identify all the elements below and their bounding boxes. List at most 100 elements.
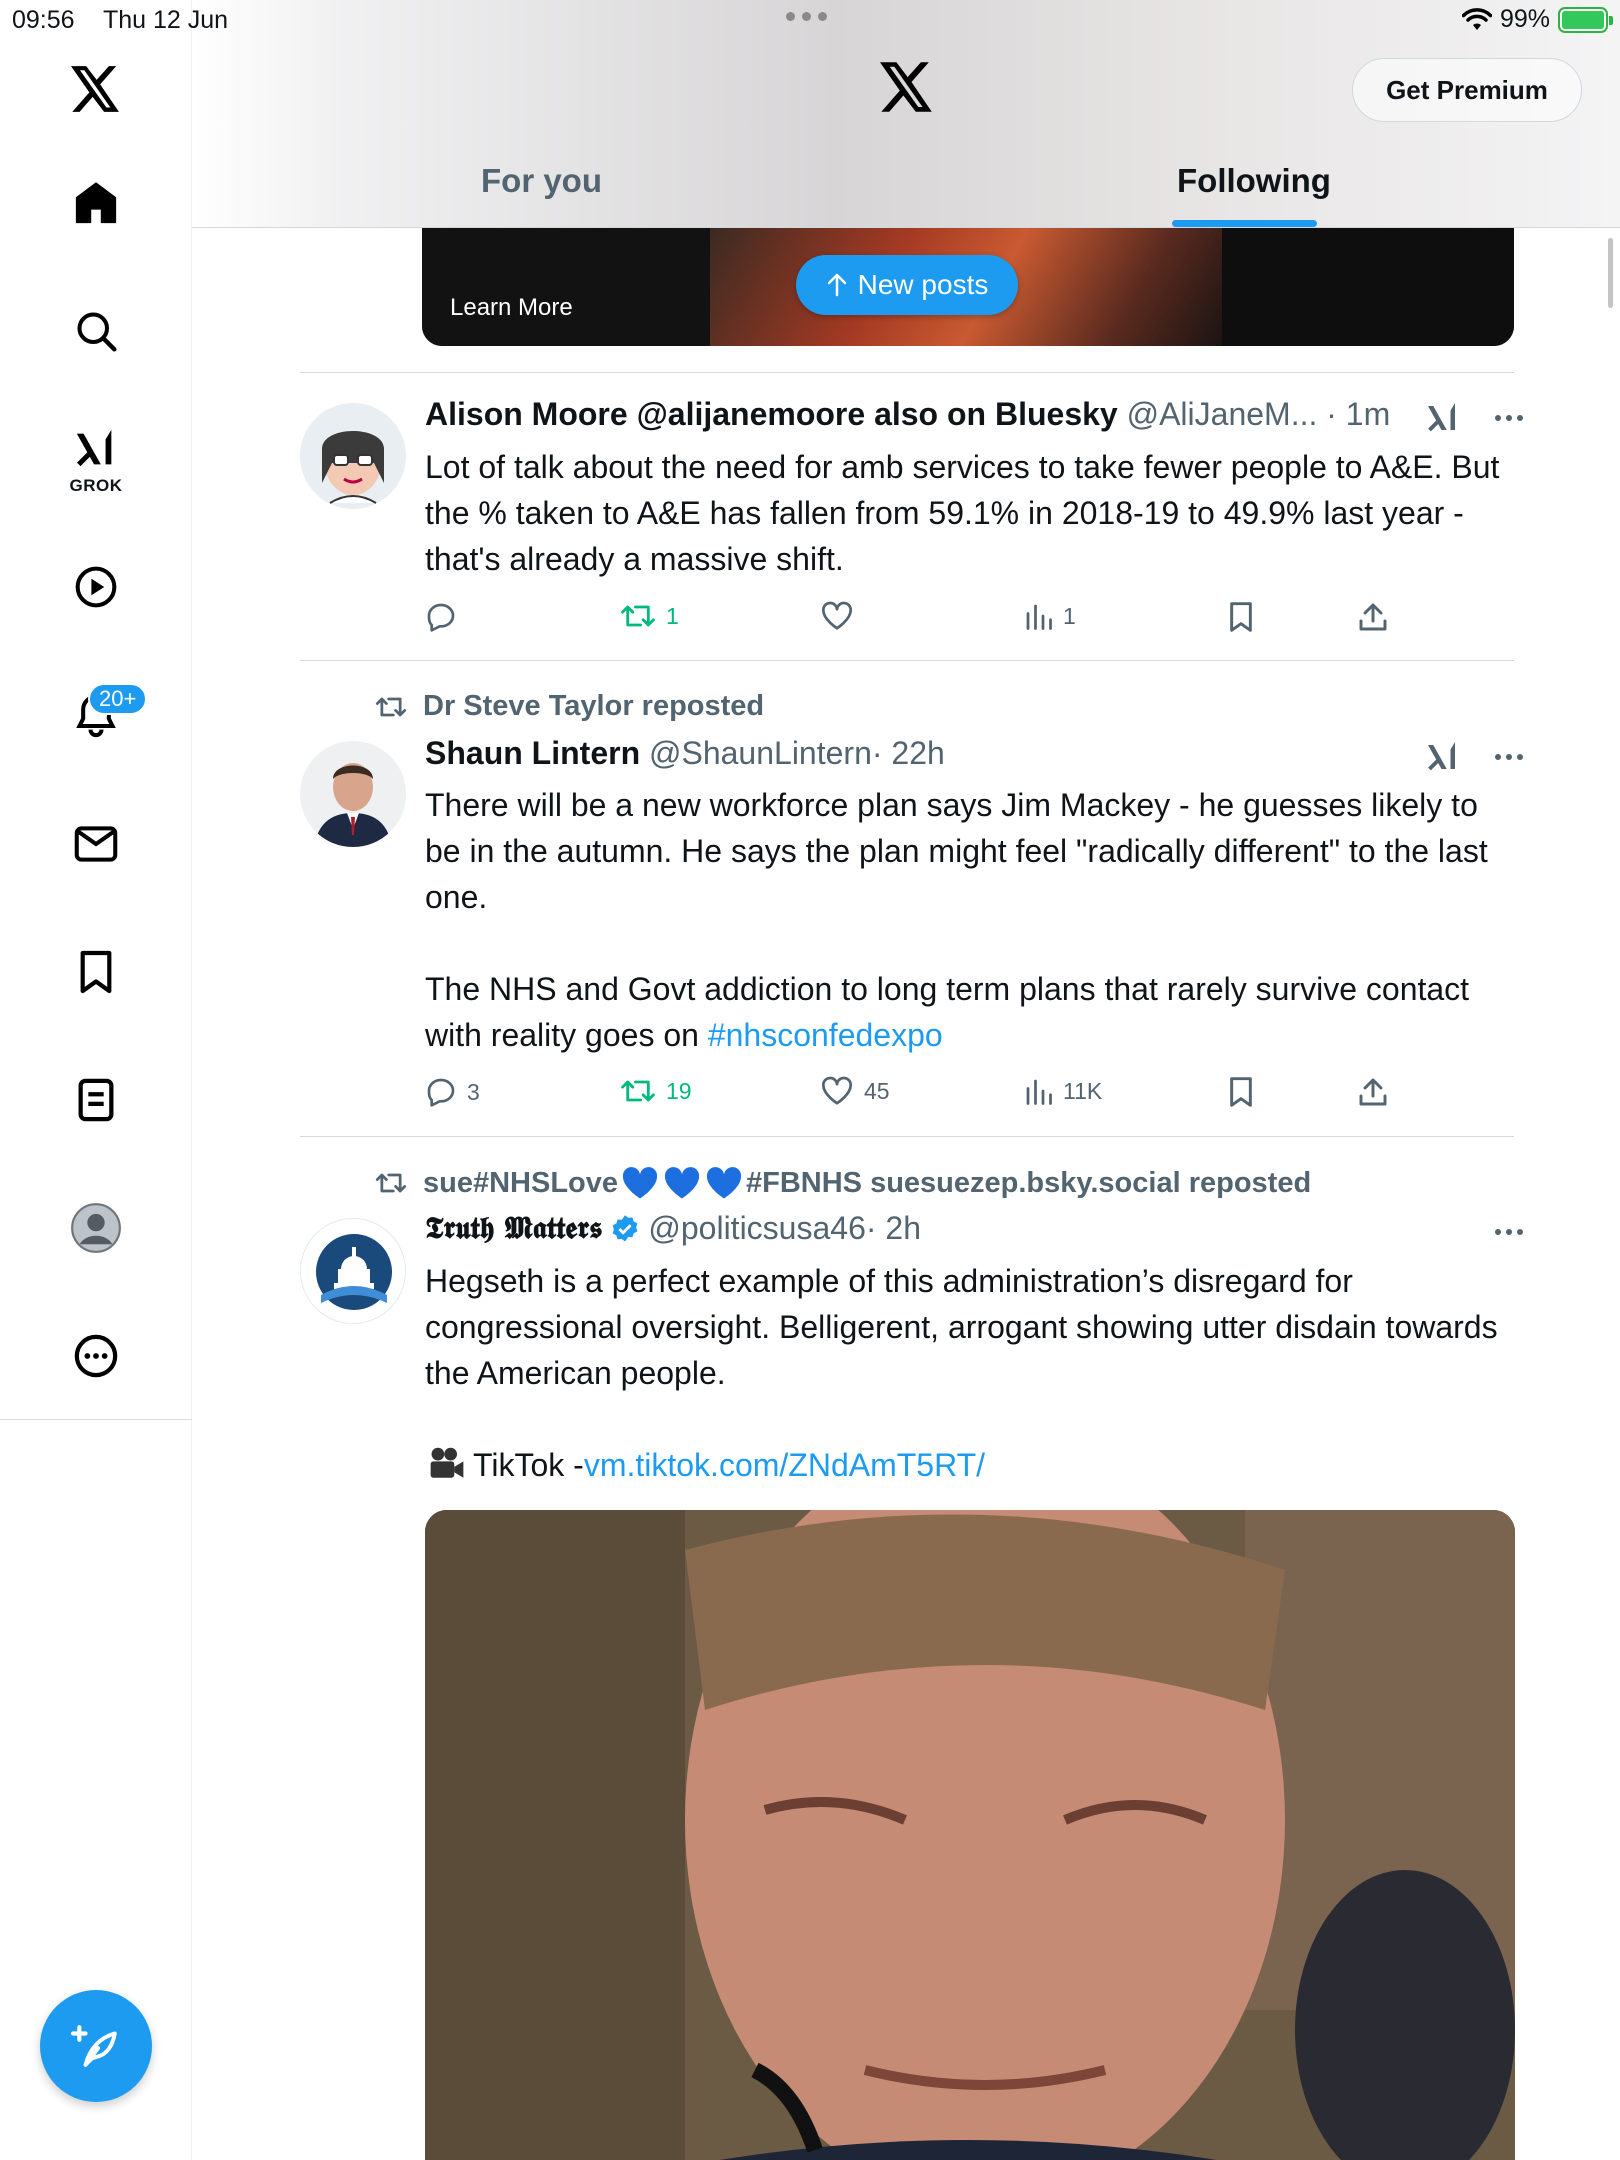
sidebar: GROK 20+ — [0, 0, 192, 2160]
share-icon — [1359, 1078, 1387, 1106]
share-button[interactable] — [1357, 601, 1389, 633]
reply-button[interactable] — [425, 601, 467, 633]
like-button[interactable] — [820, 601, 864, 631]
tab-following[interactable]: Following — [1177, 162, 1331, 200]
views-button[interactable]: 1 — [1023, 601, 1076, 631]
repost-icon — [621, 1080, 655, 1102]
more-options-icon[interactable] — [1494, 1228, 1524, 1236]
hashtag-link[interactable]: #nhsconfedexpo — [708, 1017, 943, 1053]
tweet-handle[interactable]: @politicsusa46 — [648, 1210, 865, 1247]
tiktok-link[interactable]: vm.tiktok.com/ZNdAmT5RT/ — [584, 1442, 985, 1488]
verified-badge-icon — [613, 1214, 638, 1241]
repost-context[interactable]: Dr Steve Taylor reposted — [375, 690, 764, 723]
tweet-paragraph: There will be a new workforce plan says … — [425, 787, 1488, 915]
share-button[interactable] — [1357, 1076, 1389, 1108]
learn-more-link[interactable]: Learn More — [450, 294, 573, 322]
tweet-time[interactable]: · 1m — [1326, 396, 1390, 432]
profile-avatar[interactable] — [57, 1189, 135, 1267]
repost-context[interactable]: sue#NHSLove #FBNHS suesuezep.bsky.social… — [375, 1166, 1311, 1200]
repost-context-label: Dr Steve Taylor reposted — [423, 690, 765, 722]
avatar[interactable] — [300, 1218, 406, 1324]
new-posts-label: New posts — [857, 269, 989, 300]
tweet-media-image[interactable] — [425, 1510, 1515, 2160]
tweet-divider — [300, 1136, 1514, 1137]
messages-icon[interactable] — [57, 805, 135, 883]
views-icon — [1026, 604, 1052, 630]
heart-icon — [822, 601, 852, 630]
compose-button[interactable] — [40, 1990, 152, 2102]
reply-icon — [427, 603, 455, 632]
like-button[interactable]: 45 — [820, 1076, 890, 1106]
repost-button[interactable]: 1 — [620, 601, 679, 631]
tab-for-you[interactable]: For you — [481, 162, 602, 200]
reply-icon — [427, 1078, 455, 1107]
blue-heart-icon — [706, 1167, 742, 1199]
tweet-handle[interactable]: @AliJaneM... — [1127, 396, 1318, 432]
avatar[interactable] — [300, 403, 406, 509]
tweet-text: There will be a new workforce plan says … — [425, 782, 1515, 1058]
views-count: 11K — [1063, 1077, 1103, 1104]
wifi-icon — [1461, 7, 1492, 30]
reply-button[interactable]: 3 — [425, 1076, 480, 1108]
repost-count: 19 — [666, 1077, 692, 1104]
blue-heart-icon — [664, 1167, 700, 1199]
blue-heart-icon — [622, 1167, 658, 1199]
avatar[interactable] — [300, 741, 406, 847]
tweet-text: Hegseth is a perfect example of this adm… — [425, 1258, 1515, 1488]
tweet-paragraph: The NHS and Govt addiction to long term … — [425, 971, 1470, 1053]
tiktok-label: TikTok - — [473, 1447, 584, 1483]
lists-icon[interactable] — [57, 1061, 135, 1139]
tweet-author-name[interactable]: Shaun Lintern — [425, 735, 640, 771]
battery-percent: 99% — [1499, 5, 1550, 33]
bookmark-button[interactable] — [1227, 1076, 1255, 1108]
grok-icon[interactable] — [1424, 400, 1462, 436]
tweet-handle[interactable]: @ShaunLintern — [649, 735, 872, 771]
bookmark-icon — [1230, 1077, 1252, 1107]
reply-count: 3 — [467, 1078, 480, 1105]
tweet-text: Lot of talk about the need for amb servi… — [425, 449, 1500, 577]
tweet-author-name[interactable]: Alison Moore @alijanemoore also on Blues… — [425, 396, 1118, 432]
grok-icon[interactable] — [1424, 739, 1462, 775]
sidebar-divider — [0, 1419, 192, 1420]
more-icon[interactable] — [57, 1317, 135, 1395]
status-bar: 09:56 Thu 12 Jun 99% — [0, 0, 1620, 40]
tweet-author-name[interactable]: 𝕿𝖗𝖚𝖙𝖍 𝕸𝖆𝖙𝖙𝖊𝖗𝖘 — [425, 1211, 602, 1246]
tweet-paragraph: Hegseth is a perfect example of this adm… — [425, 1263, 1498, 1391]
timeline: Learn More New posts Alison Moore @alija… — [192, 228, 1620, 2160]
repost-count: 1 — [666, 602, 679, 629]
more-options-icon[interactable] — [1494, 753, 1524, 761]
multitasking-dots[interactable] — [786, 12, 827, 21]
repost-button[interactable]: 19 — [620, 1076, 692, 1106]
views-button[interactable]: 11K — [1023, 1076, 1102, 1106]
video-camera-icon — [430, 1447, 464, 1478]
scrollbar[interactable] — [1608, 238, 1613, 308]
like-count: 45 — [864, 1077, 890, 1104]
views-icon — [1026, 1079, 1052, 1105]
media-photo — [425, 1510, 1515, 2160]
home-icon[interactable] — [57, 163, 135, 241]
x-logo-icon[interactable] — [880, 62, 934, 112]
status-time: 09:56 — [12, 6, 75, 34]
x-logo-icon[interactable] — [57, 50, 135, 128]
more-options-icon[interactable] — [1494, 414, 1524, 422]
search-icon[interactable] — [57, 292, 135, 370]
active-tab-indicator — [1172, 220, 1317, 227]
tweet-actions: 1 1 — [425, 601, 1425, 641]
grok-label: GROK — [69, 476, 123, 495]
video-icon[interactable] — [57, 548, 135, 626]
heart-icon — [822, 1076, 852, 1105]
repost-icon — [621, 605, 655, 627]
battery-icon — [1558, 6, 1613, 33]
tweet-divider — [300, 372, 1514, 373]
get-premium-button[interactable]: Get Premium — [1352, 58, 1582, 122]
bookmarks-icon[interactable] — [57, 933, 135, 1011]
repost-context-label: sue#NHSLove — [423, 1166, 619, 1199]
repost-icon — [375, 1173, 407, 1193]
bookmark-button[interactable] — [1227, 601, 1255, 633]
status-date: Thu 12 Jun — [103, 6, 229, 34]
repost-context-label: #FBNHS suesuezep.bsky.social reposted — [746, 1166, 1312, 1199]
tweet-time[interactable]: · 2h — [866, 1210, 921, 1247]
tweet-time[interactable]: · 22h — [872, 735, 945, 771]
views-count: 1 — [1063, 602, 1076, 629]
new-posts-button[interactable]: New posts — [796, 255, 1018, 315]
